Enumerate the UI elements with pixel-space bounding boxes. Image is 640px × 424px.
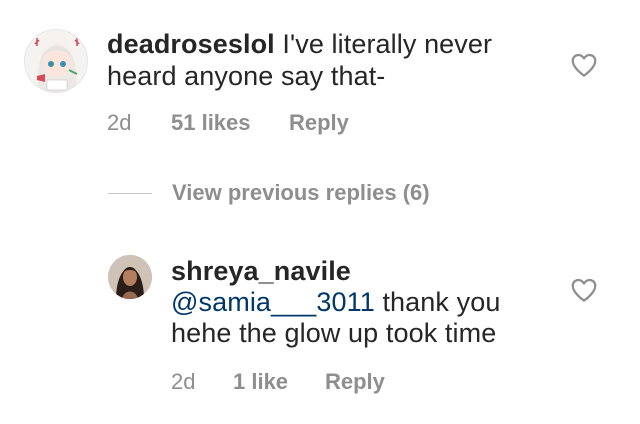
reply-mention-link[interactable]: @samia___3011 (171, 287, 375, 317)
avatar-photo (108, 255, 152, 299)
heart-icon[interactable] (569, 50, 599, 80)
comment-username[interactable]: deadroseslol (107, 29, 275, 59)
reply-text-line2: hehe the glow up took time (171, 318, 497, 348)
reply-time: 2d (171, 369, 196, 394)
reply-avatar[interactable] (108, 255, 152, 299)
comment-text-line2: heard anyone say that- (107, 61, 386, 91)
comment-time: 2d (107, 110, 132, 135)
avatar[interactable] (24, 29, 88, 93)
reply-likes-count[interactable]: 1 like (233, 369, 288, 395)
comment-likes-count[interactable]: 51 likes (171, 110, 251, 136)
avatar-illustration (25, 30, 87, 92)
divider-line (108, 193, 152, 194)
comment-text-line1: I've literally never (282, 29, 493, 59)
comment-reply-button[interactable]: Reply (289, 110, 349, 136)
reply-reply-button[interactable]: Reply (325, 369, 385, 395)
reply-username[interactable]: shreya_navile (171, 255, 351, 287)
reply-text-line1-rest: thank you (374, 287, 501, 317)
comment-body: deadroseslol I've literally never (107, 28, 492, 60)
reply-text-line1: @samia___3011 thank you (171, 286, 500, 318)
heart-icon[interactable] (569, 275, 599, 305)
view-previous-replies-button[interactable]: View previous replies (6) (172, 180, 430, 206)
